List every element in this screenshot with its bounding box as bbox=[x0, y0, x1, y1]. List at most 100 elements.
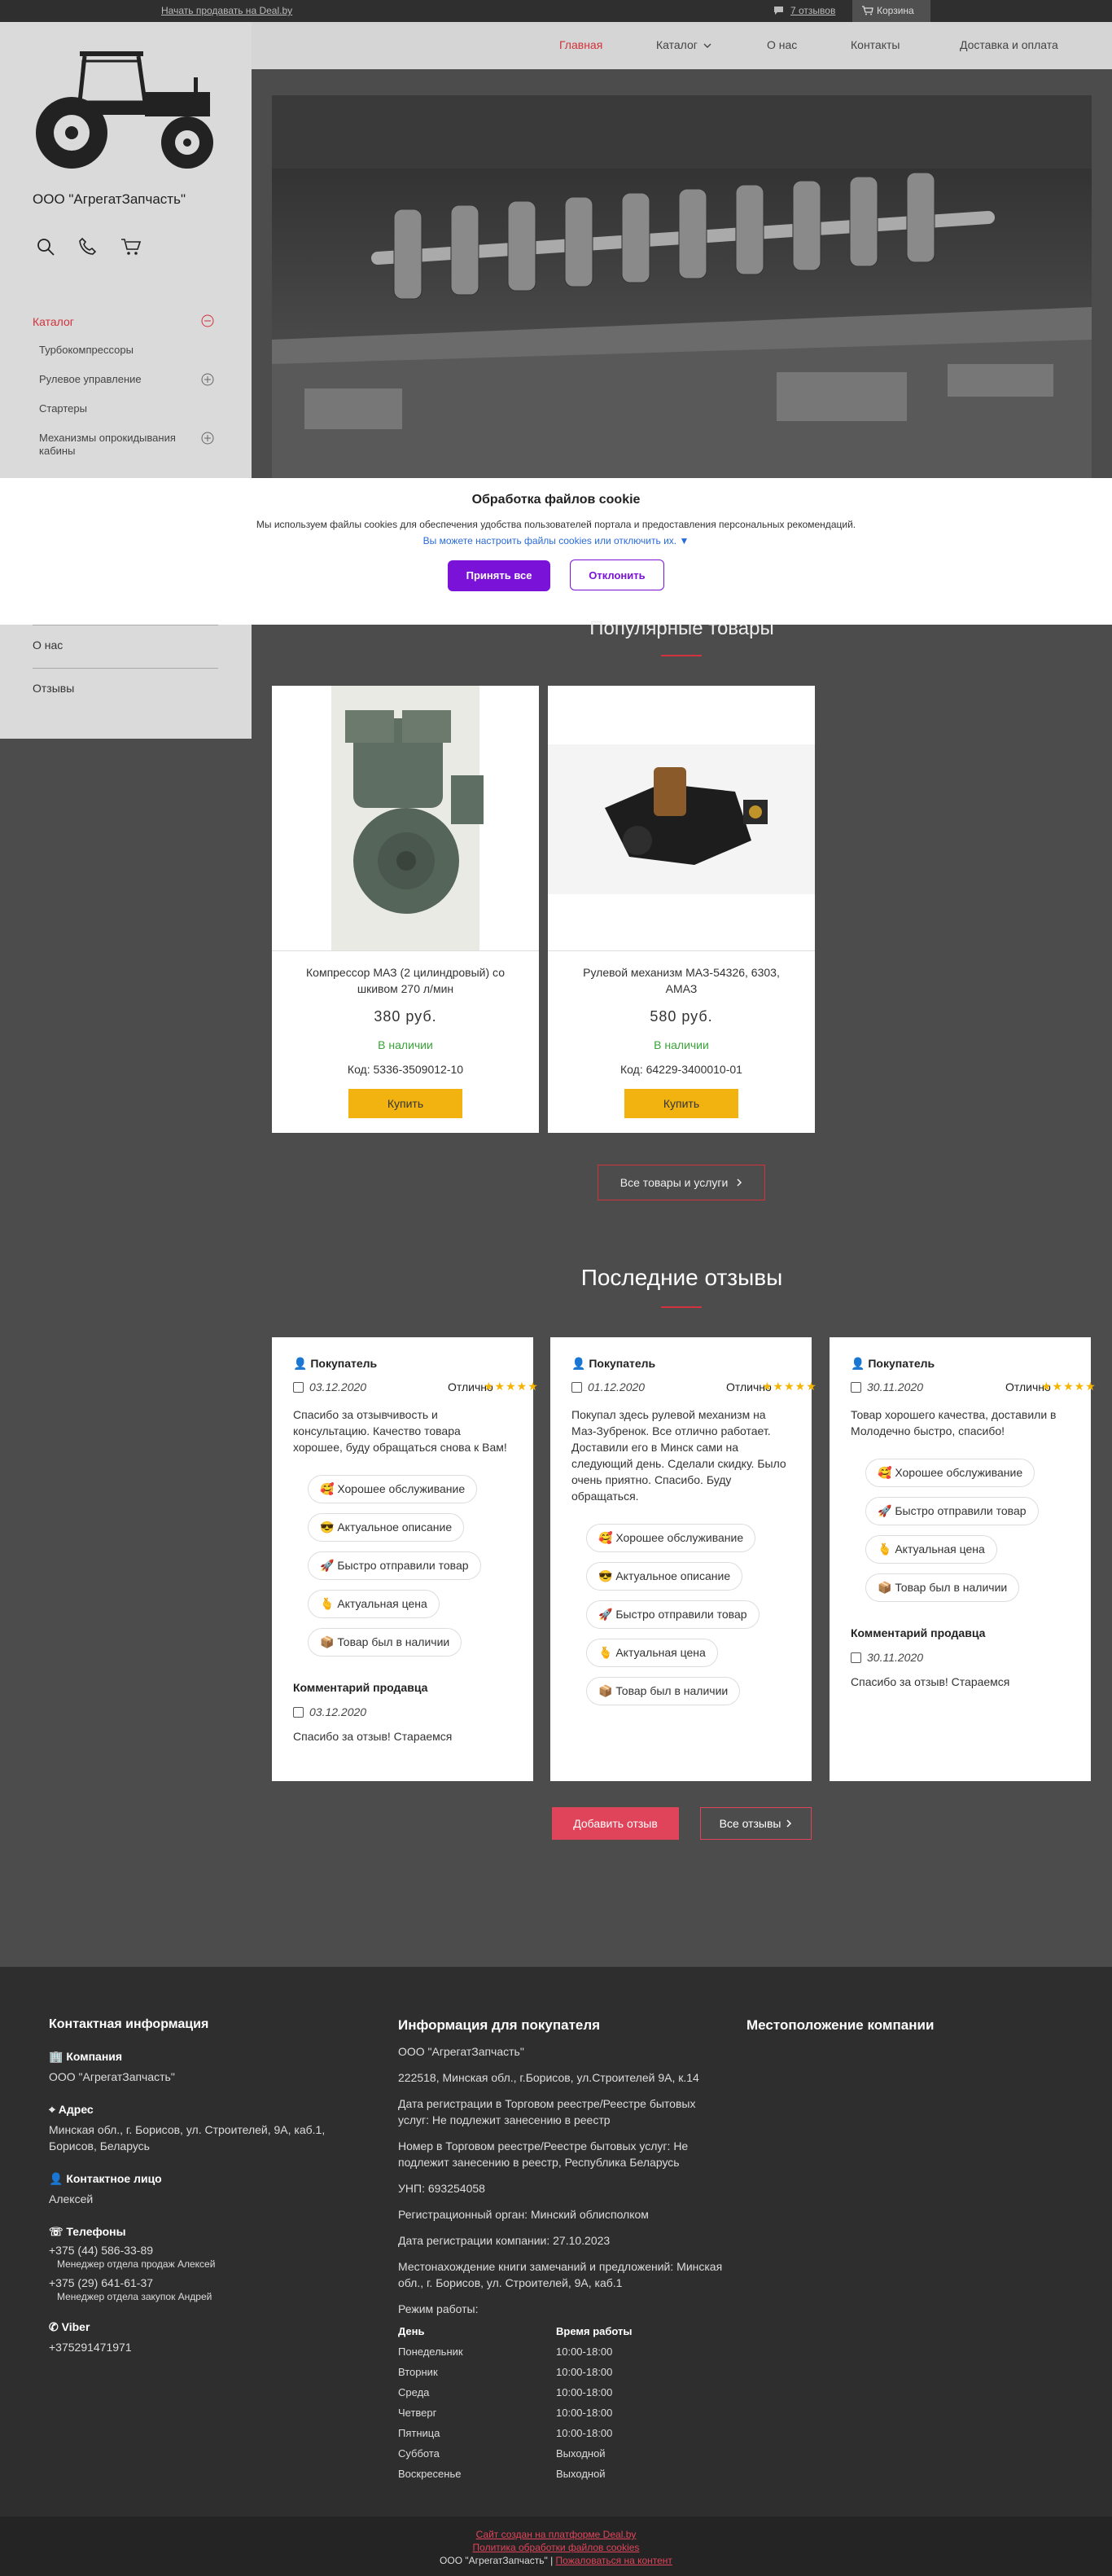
sidebar: ООО "АгрегатЗапчасть" Каталог Турбокомпр… bbox=[0, 22, 252, 739]
sidebar-catalog-item[interactable]: Турбокомпрессоры bbox=[39, 344, 218, 373]
catalog-item-label: Механизмы опрокидывания кабины bbox=[39, 432, 176, 457]
nav-delivery[interactable]: Доставка и оплата bbox=[960, 38, 1058, 51]
tag-emoji-icon: 😎 bbox=[598, 1569, 613, 1582]
review-user-name: Покупатель bbox=[868, 1357, 935, 1370]
product-image[interactable] bbox=[272, 686, 539, 951]
tag-label: Быстро отправили товар bbox=[337, 1559, 469, 1572]
nav-catalog[interactable]: Каталог bbox=[656, 38, 711, 51]
all-reviews-button[interactable]: Все отзывы bbox=[700, 1807, 812, 1840]
cart-button[interactable]: Корзина bbox=[852, 0, 930, 22]
review-text: Товар хорошего качества, доставили в Мол… bbox=[851, 1408, 1057, 1437]
person-label-text: Контактное лицо bbox=[66, 2172, 162, 2185]
calendar-icon bbox=[571, 1382, 582, 1393]
expand-icon[interactable] bbox=[201, 373, 214, 389]
product-name[interactable]: Рулевой механизм МАЗ-54326, 6303, АМАЗ bbox=[548, 964, 815, 997]
chat-icon bbox=[774, 7, 783, 15]
compressor-photo bbox=[331, 686, 484, 950]
review-card: 👤 Покупатель 01.12.2020 Отлично ★★★★★ Покупа… bbox=[550, 1337, 816, 1781]
product-name[interactable]: Компрессор МАЗ (2 цилиндровый) со шкивом… bbox=[272, 964, 539, 997]
sidebar-catalog-item[interactable]: Механизмы опрокидывания кабины bbox=[39, 432, 218, 461]
company-location: Местоположение компании bbox=[746, 2017, 934, 2034]
tag-label: Хорошее обслуживание bbox=[895, 1466, 1023, 1479]
start-selling-link[interactable]: Начать продавать на Deal.by bbox=[161, 5, 292, 16]
seller-date-text: 03.12.2020 bbox=[309, 1705, 367, 1718]
accept-all-button[interactable]: Принять все bbox=[448, 560, 551, 591]
buyer-info-line: УНП: 693254058 bbox=[398, 2182, 485, 2195]
complain-link[interactable]: Пожаловаться на контент bbox=[556, 2555, 672, 2566]
sidebar-item-reviews[interactable]: Отзывы bbox=[33, 668, 218, 711]
phones-label-text: Телефоны bbox=[66, 2225, 126, 2238]
tag-label: Хорошее обслуживание bbox=[337, 1482, 466, 1495]
buyer-info-line: Дата регистрации в Торговом реестре/Реес… bbox=[398, 2097, 696, 2126]
all-products-button[interactable]: Все товары и услуги bbox=[598, 1165, 765, 1200]
buy-button[interactable]: Купить bbox=[348, 1089, 462, 1118]
seller-date-text: 30.11.2020 bbox=[867, 1651, 924, 1664]
search-icon[interactable] bbox=[36, 237, 55, 259]
location-pin-icon: ⌖ bbox=[49, 2103, 55, 2116]
review-tag: 🚀 Быстро отправили товар bbox=[308, 1551, 481, 1580]
phone-2[interactable]: +375 (29) 641-61-37 bbox=[49, 2275, 374, 2291]
cookie-settings-link[interactable]: Вы можете настроить файлы cookies или от… bbox=[0, 535, 1112, 546]
hours-row: Пятница 10:00-18:00 bbox=[398, 2427, 724, 2447]
copyright-company: ООО "АгрегатЗапчасть" bbox=[440, 2555, 548, 2566]
phone-icon[interactable] bbox=[78, 237, 98, 259]
cart-icon[interactable] bbox=[120, 237, 142, 259]
location-title: Местоположение компании bbox=[746, 2017, 935, 2033]
popular-title: Популярные товары bbox=[589, 617, 774, 639]
viber-value[interactable]: +375291471971 bbox=[49, 2339, 374, 2355]
tag-emoji-icon: 🥰 bbox=[878, 1466, 892, 1479]
sidebar-catalog[interactable]: Каталог bbox=[33, 315, 74, 328]
rating-stars: ★★★★★ bbox=[1041, 1380, 1097, 1393]
product-card[interactable]: Рулевой механизм МАЗ-54326, 6303, АМАЗ 5… bbox=[548, 686, 815, 1133]
catalog-item-label: Рулевое управление bbox=[39, 373, 142, 385]
review-tag: 🥰 Хорошее обслуживание bbox=[586, 1524, 756, 1552]
nav-about[interactable]: О нас bbox=[767, 38, 797, 51]
hours-row: Понедельник 10:00-18:00 bbox=[398, 2346, 724, 2366]
address-label-text: Адрес bbox=[58, 2103, 94, 2116]
tag-emoji-icon: 📦 bbox=[878, 1581, 892, 1594]
review-tag: 🫰 Актуальная цена bbox=[308, 1590, 440, 1618]
hours-day: Среда bbox=[398, 2386, 430, 2398]
tractor-logo[interactable] bbox=[31, 45, 230, 171]
tag-label: Актуальная цена bbox=[895, 1543, 985, 1556]
product-card[interactable]: Компрессор МАЗ (2 цилиндровый) со шкивом… bbox=[272, 686, 539, 1133]
buy-button[interactable]: Купить bbox=[624, 1089, 738, 1118]
add-review-button[interactable]: Добавить отзыв bbox=[552, 1807, 679, 1840]
person-icon: 👤 bbox=[49, 2172, 63, 2185]
expand-icon[interactable] bbox=[201, 432, 214, 448]
catalog-list: Турбокомпрессоры Рулевое управление Старте… bbox=[39, 344, 218, 461]
product-code: Код: 5336-3509012-10 bbox=[347, 1063, 464, 1076]
cart-icon bbox=[862, 6, 873, 15]
calendar-icon bbox=[851, 1652, 861, 1663]
cart-label: Корзина bbox=[877, 5, 914, 16]
review-meta: 03.12.2020 Отлично ★★★★★ bbox=[293, 1380, 538, 1395]
product-image[interactable] bbox=[548, 686, 815, 951]
product-price: 580 руб. bbox=[650, 1008, 713, 1025]
calendar-icon bbox=[293, 1707, 304, 1718]
phone-1[interactable]: +375 (44) 586-33-89 bbox=[49, 2242, 374, 2258]
bottom-bar: Сайт создан на платформе Deal.by Политик… bbox=[0, 2517, 1112, 2576]
phone-2-note: Менеджер отдела закупок Андрей bbox=[57, 2291, 212, 2302]
all-products-label: Все товары и услуги bbox=[619, 1176, 729, 1189]
hours-day: Пятница bbox=[398, 2427, 440, 2439]
hours-time: Выходной bbox=[556, 2468, 606, 2480]
person-label: 👤 Контактное лицо bbox=[49, 2172, 374, 2186]
buyer-info-line: Местонахождение книги замечаний и предло… bbox=[398, 2260, 723, 2289]
nav-home[interactable]: Главная bbox=[559, 38, 602, 51]
review-tag: 📦 Товар был в наличии bbox=[586, 1677, 741, 1705]
review-user: 👤 Покупатель bbox=[571, 1357, 790, 1371]
viber-label-text: Viber bbox=[61, 2320, 90, 2333]
sidebar-item-about[interactable]: О нас bbox=[33, 625, 218, 668]
cookie-policy-link[interactable]: Политика обработки файлов cookies bbox=[473, 2542, 640, 2553]
sidebar-catalog-item[interactable]: Рулевое управление bbox=[39, 373, 218, 402]
collapse-icon[interactable] bbox=[201, 314, 214, 330]
review-meta: 30.11.2020 Отлично ★★★★★ bbox=[851, 1380, 1096, 1395]
decline-button[interactable]: Отклонить bbox=[569, 560, 664, 590]
nav-contacts[interactable]: Контакты bbox=[851, 38, 900, 51]
hours-head-day: День bbox=[398, 2325, 425, 2337]
platform-link[interactable]: Сайт создан на платформе Deal.by bbox=[476, 2529, 637, 2540]
reviews-count[interactable]: 7 отзывов bbox=[773, 5, 835, 16]
sidebar-catalog-item[interactable]: Стартеры bbox=[39, 402, 218, 432]
reviews-link[interactable]: 7 отзывов bbox=[790, 5, 835, 16]
hours-time: 10:00-18:00 bbox=[556, 2386, 613, 2398]
